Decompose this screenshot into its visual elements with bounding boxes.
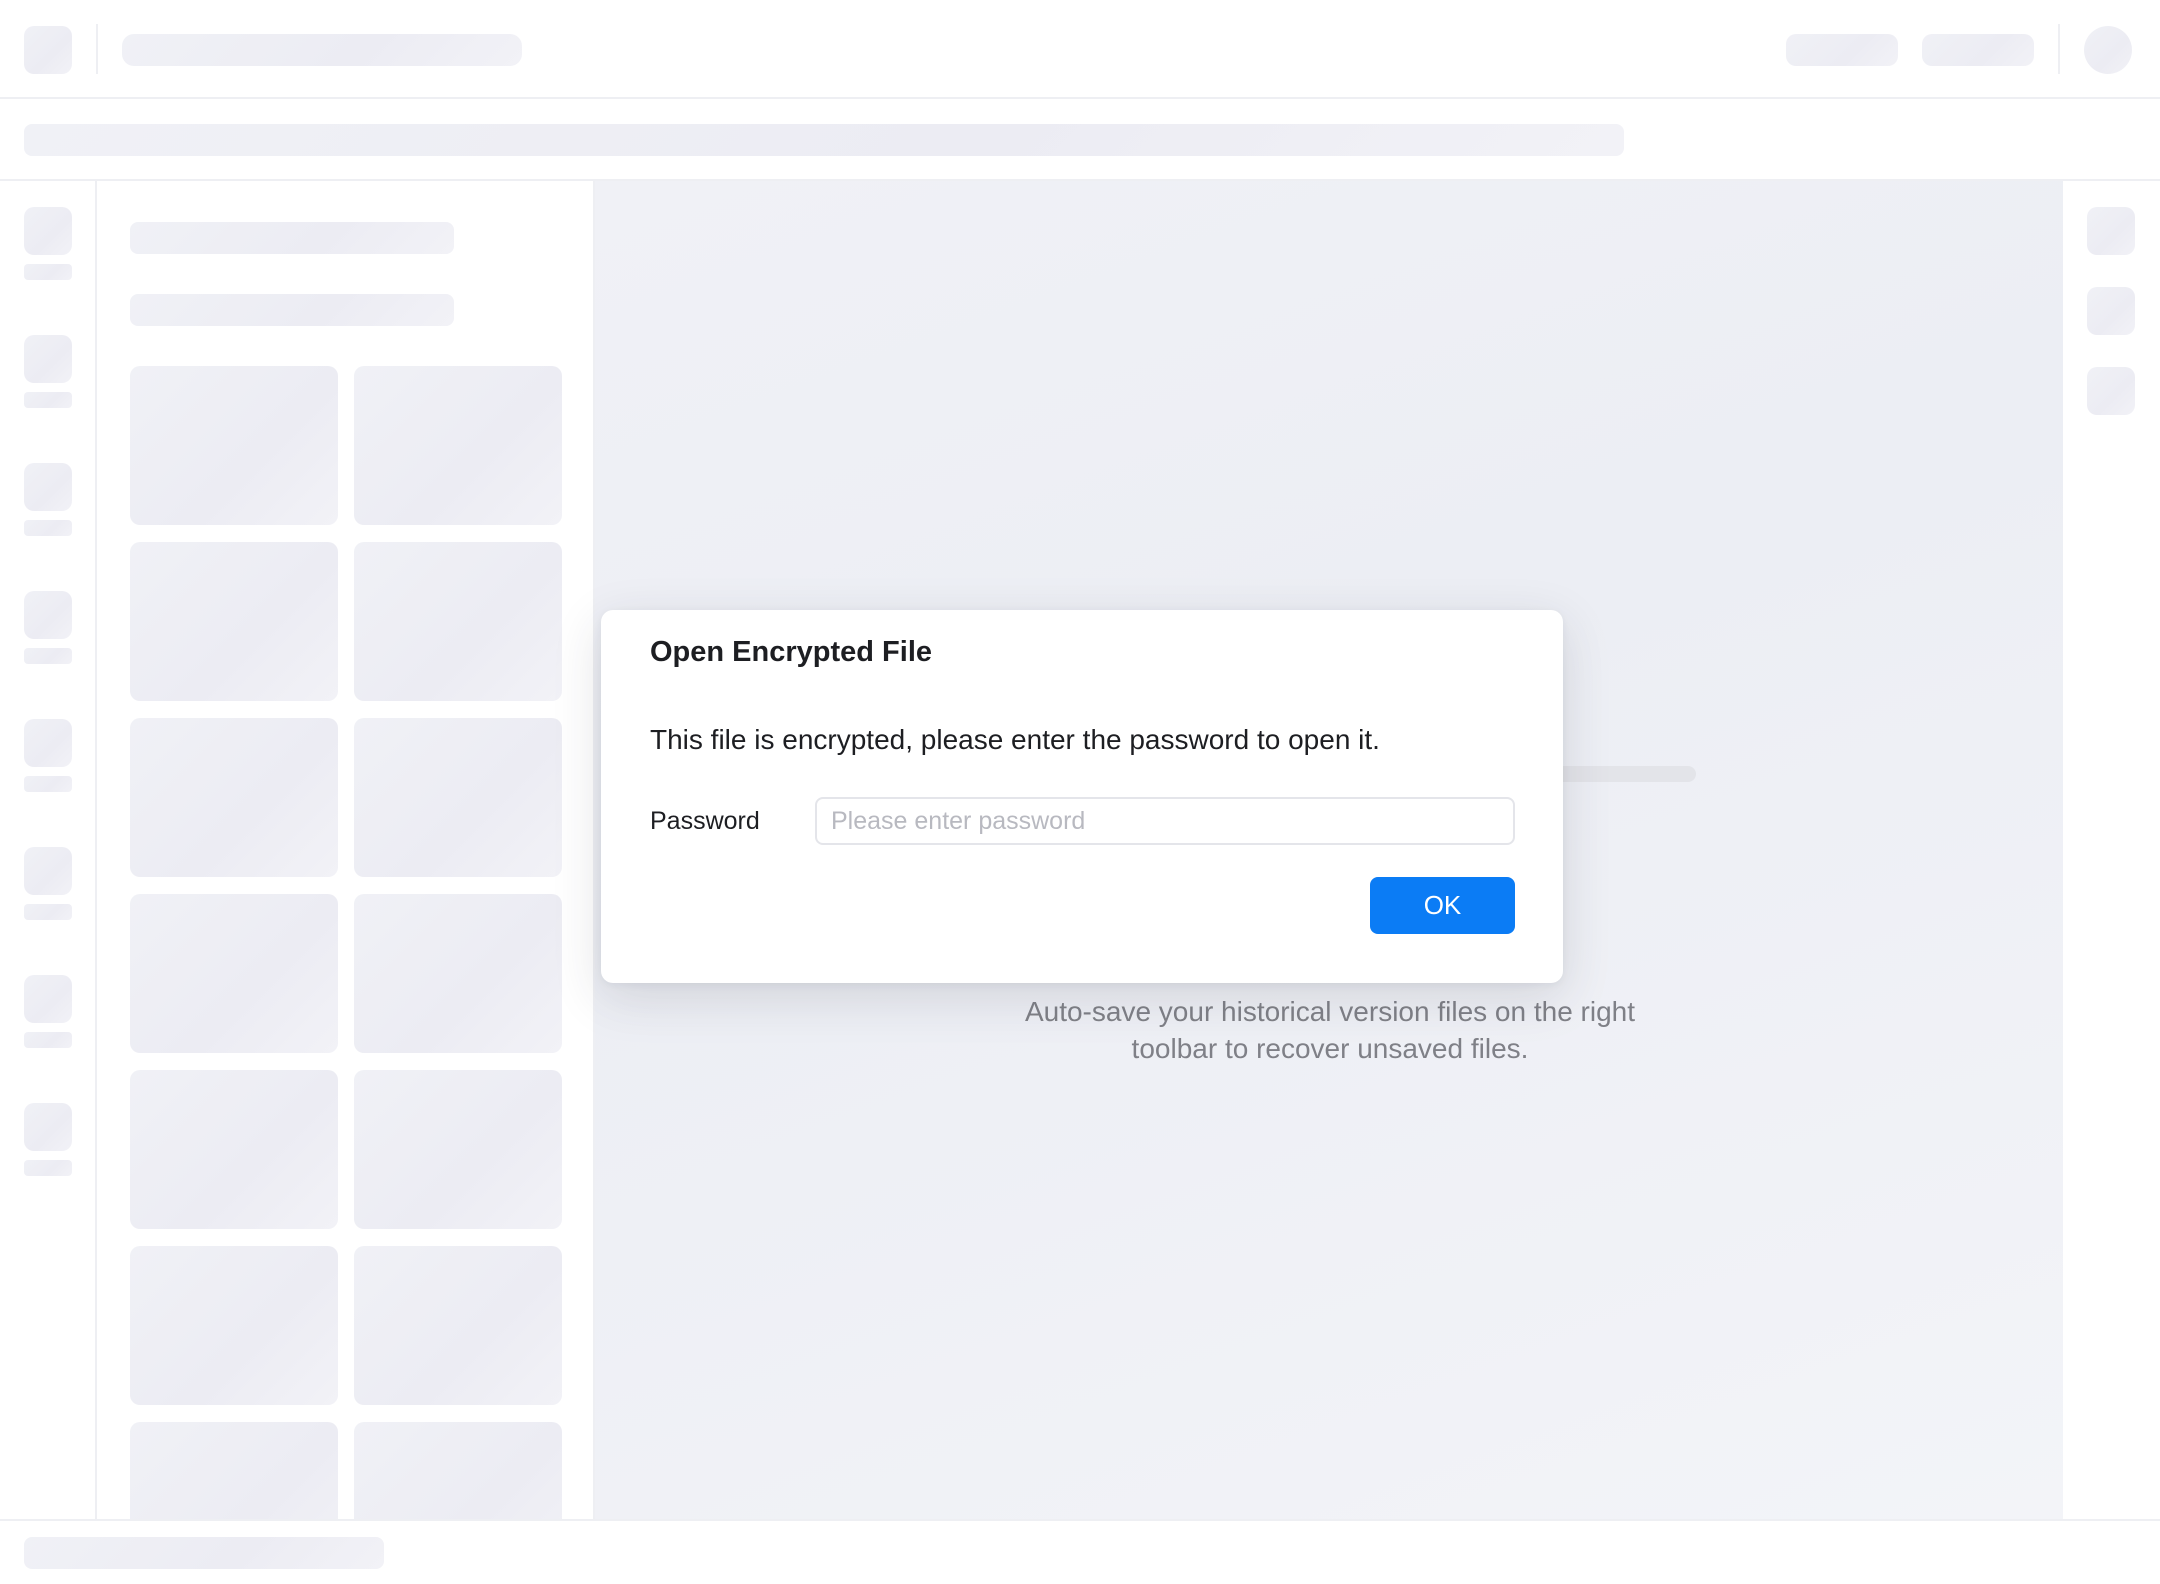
right-rail-icon-2[interactable] bbox=[2087, 287, 2135, 335]
rail-icon-1[interactable] bbox=[24, 207, 72, 255]
rail-label-8 bbox=[24, 1160, 72, 1176]
rail-icon-3[interactable] bbox=[24, 463, 72, 511]
right-rail-icon-1[interactable] bbox=[2087, 207, 2135, 255]
password-input[interactable] bbox=[815, 797, 1515, 845]
status-bar bbox=[0, 1519, 2160, 1584]
toolbar-placeholder bbox=[24, 124, 1624, 156]
thumbnail[interactable] bbox=[354, 542, 562, 701]
top-action-placeholder-2[interactable] bbox=[1922, 34, 2034, 66]
rail-label-2 bbox=[24, 392, 72, 408]
thumbnail[interactable] bbox=[354, 366, 562, 525]
rail-label-3 bbox=[24, 520, 72, 536]
autosave-hint-line-1: Auto-save your historical version files … bbox=[1024, 996, 1636, 1027]
thumbnail[interactable] bbox=[130, 1422, 338, 1519]
thumbnail[interactable] bbox=[354, 1422, 562, 1519]
top-bar bbox=[0, 0, 2160, 99]
rail-icon-6[interactable] bbox=[24, 847, 72, 895]
right-rail bbox=[2063, 181, 2160, 1519]
rail-icon-7[interactable] bbox=[24, 975, 72, 1023]
title-placeholder bbox=[122, 34, 522, 66]
ok-button[interactable]: OK bbox=[1370, 877, 1515, 934]
panel-subheading-placeholder bbox=[130, 294, 454, 326]
rail-icon-5[interactable] bbox=[24, 719, 72, 767]
thumbnail[interactable] bbox=[130, 894, 338, 1053]
thumbnail[interactable] bbox=[130, 1246, 338, 1405]
rail-label-5 bbox=[24, 776, 72, 792]
password-label: Password bbox=[650, 807, 760, 835]
thumbnail[interactable] bbox=[354, 894, 562, 1053]
autosave-hint-line-2: toolbar to recover unsaved files. bbox=[1131, 1033, 1529, 1064]
thumbnail[interactable] bbox=[130, 1070, 338, 1229]
thumbnail[interactable] bbox=[354, 718, 562, 877]
thumbnail-panel bbox=[97, 181, 595, 1519]
rail-label-6 bbox=[24, 904, 72, 920]
status-placeholder bbox=[24, 1537, 384, 1569]
rail-icon-4[interactable] bbox=[24, 591, 72, 639]
thumbnail[interactable] bbox=[130, 718, 338, 877]
rail-label-7 bbox=[24, 1032, 72, 1048]
autosave-hint: Auto-save your historical version files … bbox=[900, 993, 1760, 1067]
rail-label-1 bbox=[24, 264, 72, 280]
thumbnail[interactable] bbox=[354, 1246, 562, 1405]
encrypted-file-dialog: Open Encrypted File This file is encrypt… bbox=[601, 610, 1563, 983]
avatar[interactable] bbox=[2084, 26, 2132, 74]
ribbon-toolbar bbox=[0, 99, 2160, 181]
rail-label-4 bbox=[24, 648, 72, 664]
top-action-placeholder-1[interactable] bbox=[1786, 34, 1898, 66]
top-bar-divider-right bbox=[2058, 24, 2060, 74]
rail-icon-8[interactable] bbox=[24, 1103, 72, 1151]
top-bar-divider bbox=[96, 24, 98, 74]
rail-icon-2[interactable] bbox=[24, 335, 72, 383]
dialog-message: This file is encrypted, please enter the… bbox=[650, 724, 1380, 755]
app-menu-placeholder[interactable] bbox=[24, 26, 72, 74]
thumbnail[interactable] bbox=[130, 366, 338, 525]
thumbnail[interactable] bbox=[354, 1070, 562, 1229]
right-rail-icon-3[interactable] bbox=[2087, 367, 2135, 415]
thumbnail[interactable] bbox=[130, 542, 338, 701]
dialog-title: Open Encrypted File bbox=[650, 636, 932, 668]
panel-heading-placeholder bbox=[130, 222, 454, 254]
left-rail bbox=[0, 181, 97, 1519]
